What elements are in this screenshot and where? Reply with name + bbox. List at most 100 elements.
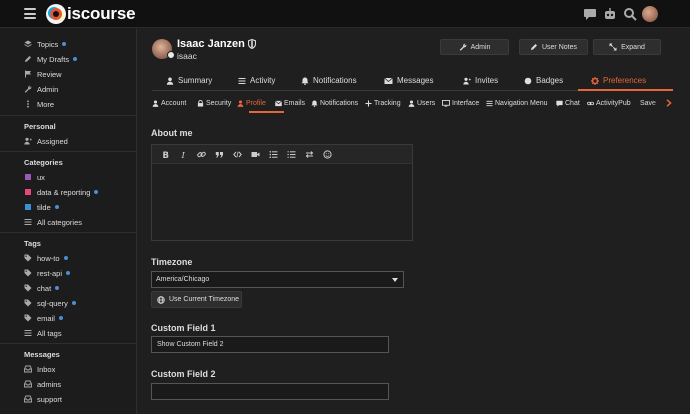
emoji-icon[interactable] [323, 150, 332, 159]
quote-icon[interactable] [215, 150, 224, 159]
subtab-notifications[interactable]: Notifications [311, 96, 358, 111]
tab-messages[interactable]: Messages [384, 70, 433, 91]
list-icon [24, 219, 32, 225]
video-icon[interactable] [251, 150, 260, 159]
sidebar-tag-email[interactable]: email [24, 311, 63, 325]
sidebar-section-personal[interactable]: Personal [24, 120, 56, 132]
sidebar-item-more[interactable]: More [24, 97, 54, 111]
tab-preferences[interactable]: Preferences [591, 70, 646, 91]
sidebar-message-inbox[interactable]: Inbox [24, 362, 55, 376]
subtab-profile[interactable]: Profile [237, 96, 266, 111]
hamburger-menu-icon[interactable] [24, 8, 36, 19]
chevron-right-icon[interactable] [666, 99, 672, 107]
tab-notifications[interactable]: Notifications [301, 70, 357, 91]
sidebar-item-my-drafts[interactable]: My Drafts [24, 52, 78, 66]
pencil-icon [530, 44, 537, 50]
discourse-logo[interactable]: iscourse [46, 4, 136, 24]
user-notes-button[interactable]: User Notes [519, 39, 588, 55]
use-current-timezone-label: Use Current Timezone [169, 296, 240, 303]
user-icon [408, 100, 415, 107]
top-header: iscourse [0, 0, 690, 28]
unread-dot [63, 256, 68, 260]
logo-mark-icon [46, 4, 66, 24]
subtab-chat[interactable]: Chat [556, 96, 580, 111]
sidebar-item-review[interactable]: Review [24, 67, 62, 81]
sidebar-item-topics[interactable]: Topics [24, 37, 67, 51]
subtab-emails[interactable]: Emails [275, 96, 305, 111]
tab-summary[interactable]: Summary [166, 70, 212, 91]
subtab-tracking[interactable]: Tracking [365, 96, 401, 111]
logo-text: iscourse [67, 4, 136, 23]
sidebar-category-data-reporting[interactable]: data & reporting [24, 185, 99, 199]
sidebar-item-label: data & reporting [37, 187, 91, 197]
use-current-timezone-button[interactable]: Use Current Timezone [151, 291, 242, 308]
expand-button[interactable]: Expand [593, 39, 661, 55]
bold-icon[interactable]: B [161, 150, 170, 159]
sidebar-item-label: ux [37, 172, 45, 182]
custom-field-1-input[interactable]: Show Custom Field 2 [151, 336, 389, 353]
inbox-icon [24, 380, 32, 388]
sidebar-item-label: My Drafts [37, 54, 70, 64]
user-icon [152, 100, 159, 107]
lock-icon [197, 100, 204, 107]
user-avatar[interactable] [642, 6, 658, 22]
svg-text:I: I [181, 151, 186, 159]
sidebar-category-ux[interactable]: ux [24, 170, 45, 184]
about-me-editor[interactable]: B I [151, 144, 413, 241]
sidebar-item-label: All tags [37, 328, 62, 338]
sidebar-item-admin[interactable]: Admin [24, 82, 58, 96]
category-color-swatch [25, 204, 31, 210]
sidebar-tag-sql-query[interactable]: sql-query [24, 296, 76, 310]
tab-label: Notifications [313, 76, 357, 85]
sidebar-item-all-tags[interactable]: All tags [24, 326, 62, 340]
tag-icon [24, 254, 32, 262]
code-icon[interactable] [233, 150, 242, 159]
sidebar-tag-chat[interactable]: chat [24, 281, 60, 295]
subtab-label: Account [161, 100, 187, 107]
list-icon [238, 77, 246, 84]
subtab-navigation-menu[interactable]: Navigation Menu [486, 96, 548, 111]
pencil-icon [25, 56, 31, 62]
sidebar-section-tags[interactable]: Tags [24, 237, 41, 249]
admin-button[interactable]: Admin [440, 39, 509, 55]
tab-activity[interactable]: Activity [238, 70, 275, 91]
sidebar-item-label: support [37, 394, 63, 404]
sidebar-item-all-categories[interactable]: All categories [24, 215, 82, 229]
main-content: Isaac Janzen isaac Admin User Notes Expa… [138, 29, 690, 414]
gear-icon [591, 76, 599, 85]
sidebar-section-categories[interactable]: Categories [24, 156, 63, 168]
wrench-icon [24, 85, 32, 93]
link-icon[interactable] [197, 150, 206, 159]
inbox-icon [24, 365, 32, 373]
subtab-users[interactable]: Users [408, 96, 435, 111]
sidebar-tag-rest-api[interactable]: rest-api [24, 266, 71, 280]
sidebar-message-admins[interactable]: admins [24, 377, 61, 391]
sidebar-category-tilde[interactable]: tilde [24, 200, 59, 214]
bulleted-list-icon[interactable] [269, 150, 278, 159]
sidebar-tag-how-to[interactable]: how-to [24, 251, 68, 265]
list-icon [24, 330, 32, 336]
sidebar-item-label: Topics [37, 39, 59, 49]
custom-field-2-input[interactable] [151, 383, 389, 400]
numbered-list-icon[interactable] [287, 150, 296, 159]
tab-invites[interactable]: Invites [463, 70, 498, 91]
italic-icon[interactable]: I [179, 150, 188, 159]
subtab-activitypub[interactable]: ActivityPub [587, 96, 631, 111]
chat-icon[interactable] [583, 7, 597, 21]
sidebar-section-messages[interactable]: Messages [24, 348, 60, 360]
subtab-security[interactable]: Security [197, 96, 231, 111]
user-notes-label: User Notes [541, 43, 577, 51]
sidebar-item-assigned[interactable]: Assigned [24, 134, 68, 148]
toggle-direction-icon[interactable] [305, 150, 314, 159]
subtab-account[interactable]: Account [152, 96, 186, 111]
user-plus-icon [463, 77, 471, 84]
unread-dot [58, 316, 63, 320]
tab-badges[interactable]: Badges [524, 70, 563, 91]
timezone-select[interactable]: America/Chicago [151, 271, 404, 288]
robot-icon[interactable] [603, 7, 617, 21]
search-icon[interactable] [623, 7, 637, 21]
subtab-interface[interactable]: Interface [442, 96, 479, 111]
subtab-label: Notifications [320, 100, 359, 107]
sidebar-message-support[interactable]: support [24, 392, 62, 406]
expand-label: Expand [621, 43, 645, 51]
